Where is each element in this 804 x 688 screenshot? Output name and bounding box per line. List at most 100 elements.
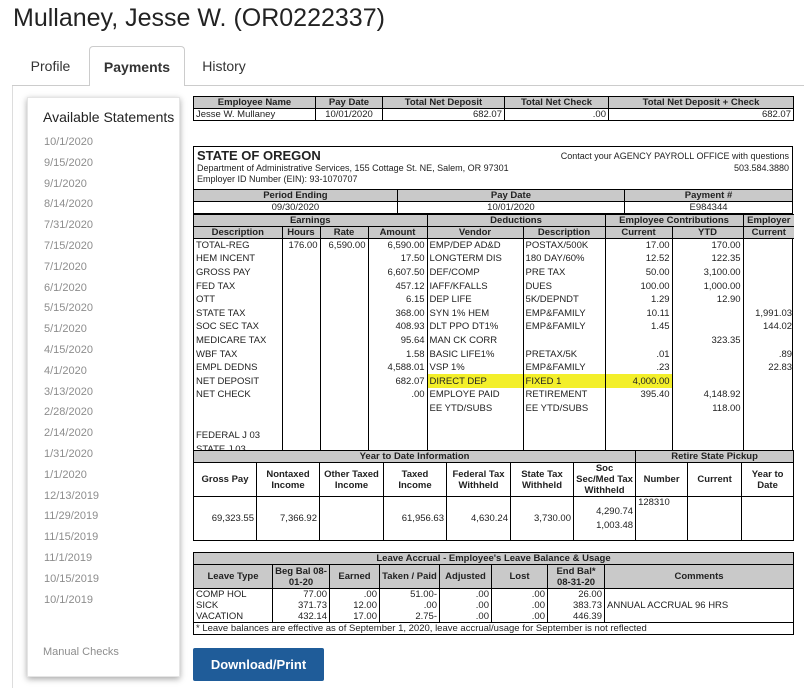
earning-amount: 95.64 [367, 333, 428, 348]
earning-hours [281, 252, 321, 266]
earning-description: HEM INCENT [193, 252, 283, 266]
statement-link[interactable]: 11/1/2019 [44, 548, 99, 569]
highlight-mark: 4,000.00 [632, 375, 670, 387]
statement-link[interactable]: 6/1/2020 [44, 278, 99, 299]
leave-lost: .00 [491, 588, 548, 600]
leave-end-bal: 383.73 [547, 600, 605, 611]
deduction-description: FIXED 1 [522, 374, 606, 389]
statement-link[interactable]: 10/1/2020 [44, 132, 99, 153]
contact-phone: 503.584.3880 [733, 163, 789, 173]
earning-amount: 4,588.01 [367, 360, 428, 375]
statement-link[interactable]: 3/13/2020 [44, 382, 99, 403]
earning-description: NET DEPOSIT [193, 374, 283, 389]
leave-type: COMP HOL [193, 588, 273, 600]
contribution-current [604, 401, 673, 416]
leave-header: Lost [491, 564, 548, 589]
summary-pay-date: 10/01/2020 [315, 108, 383, 121]
leave-taken: 2.75- [379, 611, 440, 623]
tab-history[interactable]: History [185, 46, 263, 86]
deduction-vendor: DLT PPO DT1% [426, 320, 524, 334]
contribution-ytd: 4,148.92 [671, 388, 744, 402]
contribution-ytd: 118.00 [671, 401, 744, 416]
contribution-ytd [671, 428, 744, 443]
summary-header: Employee Name [193, 96, 316, 109]
statement-link[interactable]: 7/31/2020 [44, 215, 99, 236]
statement-link[interactable]: 8/14/2020 [44, 194, 99, 215]
earning-rate [319, 320, 369, 334]
earning-amount: 682.07 [367, 374, 428, 389]
statement-link[interactable]: 5/15/2020 [44, 298, 99, 319]
deduction-description: DUES [522, 279, 606, 293]
employer-group-header: Employer [742, 214, 795, 227]
statement-link[interactable]: 11/29/2019 [44, 506, 99, 527]
statement-link[interactable]: 2/14/2020 [44, 423, 99, 444]
leave-header: Adjusted [439, 564, 492, 589]
tab-bar: Profile Payments History [12, 46, 804, 87]
leave-taken: .00 [379, 600, 440, 611]
statement-link[interactable]: 11/15/2019 [44, 527, 99, 548]
leave-header: Earned [329, 564, 380, 589]
contribution-ytd [671, 347, 744, 361]
statement-link[interactable]: 4/1/2020 [44, 361, 99, 382]
payment-number: E984344 [624, 201, 793, 214]
statement-link[interactable]: 4/15/2020 [44, 340, 99, 361]
employer-current [742, 279, 795, 293]
period-header: Period Ending [193, 189, 398, 202]
deduction-description: POSTAX/500K [522, 238, 606, 253]
leave-adjusted: .00 [439, 611, 492, 623]
tab-payments[interactable]: Payments [89, 46, 185, 87]
statement-link[interactable]: 2/28/2020 [44, 402, 99, 423]
earning-rate [319, 333, 369, 348]
employer-header: STATE OF OREGON Department of Administra… [194, 147, 792, 189]
statement-link[interactable]: 9/1/2020 [44, 174, 99, 195]
contribution-ytd: 1,000.00 [671, 279, 744, 293]
summary-employee-name: Jesse W. Mullaney [193, 108, 316, 121]
deduction-description: EMP&FAMILY [522, 306, 606, 321]
col-current: Current [604, 226, 673, 239]
deduction-description: 180 DAY/60% [522, 252, 606, 266]
deduction-vendor: DIRECT DEP [426, 374, 524, 389]
earning-rate: 6,590.00 [319, 238, 369, 253]
retire-title: Retire State Pickup [635, 450, 795, 463]
employer-ein: Employer ID Number (EIN): 93-1070707 [197, 174, 358, 184]
statement-link[interactable]: 10/15/2019 [44, 569, 99, 590]
statement-link[interactable]: 1/1/2020 [44, 465, 99, 486]
statement-link[interactable]: 10/1/2019 [44, 590, 99, 611]
manual-checks-link[interactable]: Manual Checks [43, 646, 119, 658]
pay-summary: Employee Name Pay Date Total Net Deposit… [193, 96, 794, 121]
earning-amount: 457.12 [367, 279, 428, 293]
tab-profile[interactable]: Profile [12, 46, 89, 86]
ytd-state-tax: 3,730.00 [510, 496, 574, 541]
statements-sidebar: Available Statements 10/1/2020 9/15/2020 9… [27, 97, 180, 677]
retire-header: Current [687, 462, 743, 497]
statement-link[interactable]: 5/1/2020 [44, 319, 99, 340]
contribution-ytd [671, 360, 744, 375]
download-print-button[interactable]: Download/Print [193, 648, 324, 681]
ytd-socsec-value: 4,290.74 [596, 506, 634, 517]
employer-current: .89 [742, 347, 795, 361]
contribution-current [604, 428, 673, 443]
earning-rate [319, 306, 369, 321]
col-hours: Hours [281, 226, 321, 239]
period-ending: 09/30/2020 [193, 201, 398, 214]
statement-link[interactable]: 7/15/2020 [44, 236, 99, 257]
earning-description: GROSS PAY [193, 265, 283, 280]
detail-row: HEM INCENT 17.50 LONGTERM DIS 180 DAY/60% 12… [193, 252, 795, 266]
earning-hours [281, 279, 321, 293]
statement-link[interactable]: 7/1/2020 [44, 257, 99, 278]
employer-current [742, 252, 795, 266]
statement-link[interactable]: 12/13/2019 [44, 486, 99, 507]
statement-link[interactable]: 9/15/2020 [44, 153, 99, 174]
deduction-vendor: SYN 1% HEM [426, 306, 524, 321]
detail-row: FED TAX 457.12 IAFF/KFALLS DUES 100.00 1,000.… [193, 279, 795, 293]
deduction-vendor: MAN CK CORR [426, 333, 524, 348]
earning-hours [281, 428, 321, 443]
contribution-current: 17.00 [604, 238, 673, 253]
earning-rate [319, 428, 369, 443]
contribution-current: 1.45 [604, 320, 673, 334]
summary-header: Total Net Check [504, 96, 609, 109]
leave-comments [604, 611, 794, 623]
earning-hours [281, 360, 321, 375]
leave-header: Leave Type [193, 564, 273, 589]
statement-link[interactable]: 1/31/2020 [44, 444, 99, 465]
